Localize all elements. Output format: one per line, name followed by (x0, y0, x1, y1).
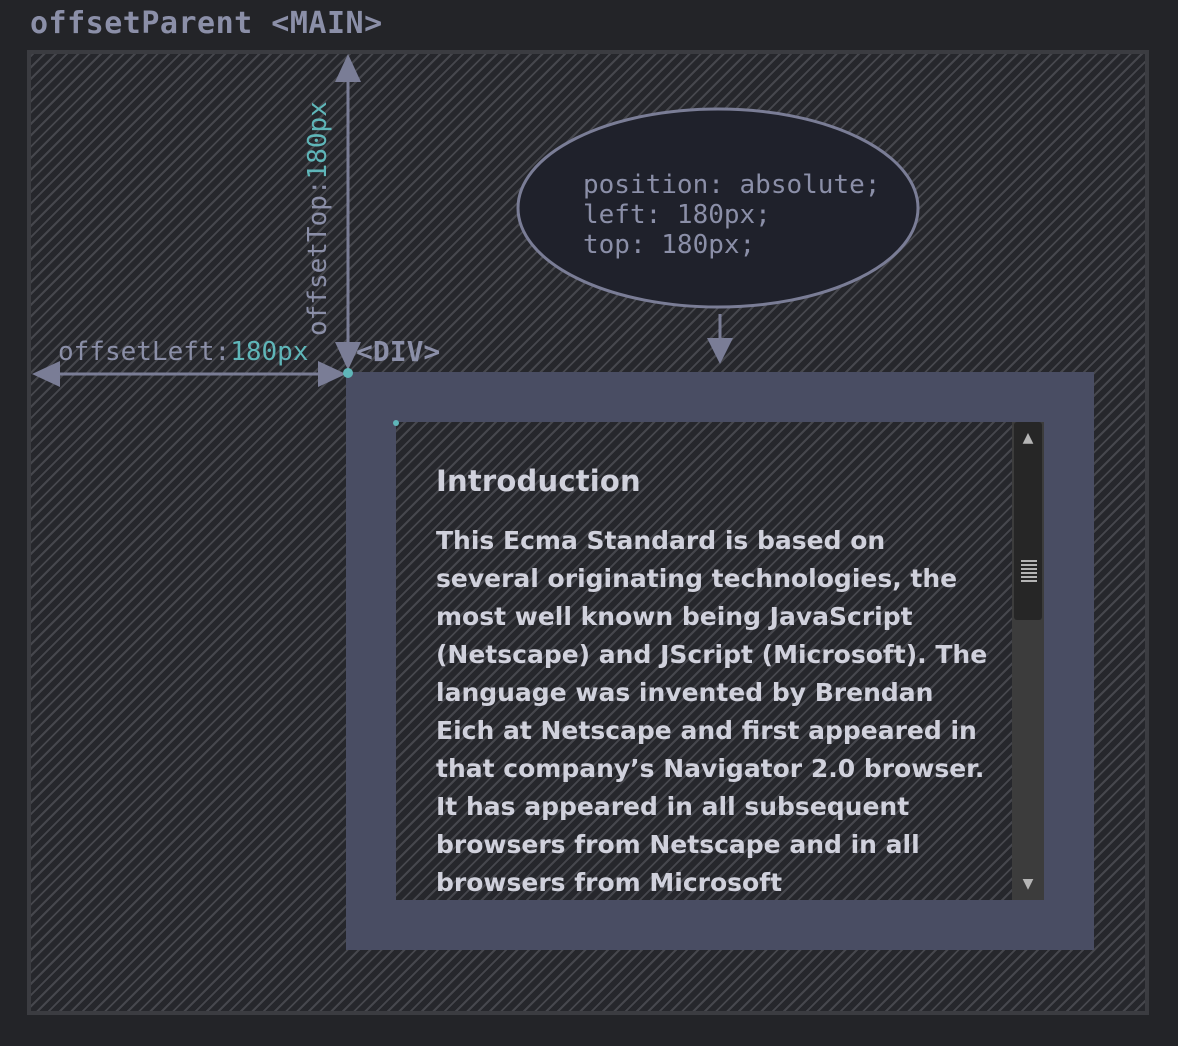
content-origin-dot (393, 420, 399, 426)
diagram-overlay: offsetLeft:180px offsetTop:180px <DIV> p… (32, 54, 920, 426)
div-tag-label: <DIV> (356, 335, 440, 368)
css-note-pointer-arrow (707, 314, 733, 364)
css-note-line3: top: 180px; (583, 230, 755, 260)
offset-left-label: offsetLeft:180px (58, 337, 308, 367)
css-note-line2: left: 180px; (583, 200, 771, 230)
offset-top-label: offsetTop:180px (303, 101, 333, 336)
offset-top-arrow (335, 54, 361, 370)
div-origin-dot (343, 368, 353, 378)
css-note-line1: position: absolute; (583, 170, 880, 200)
